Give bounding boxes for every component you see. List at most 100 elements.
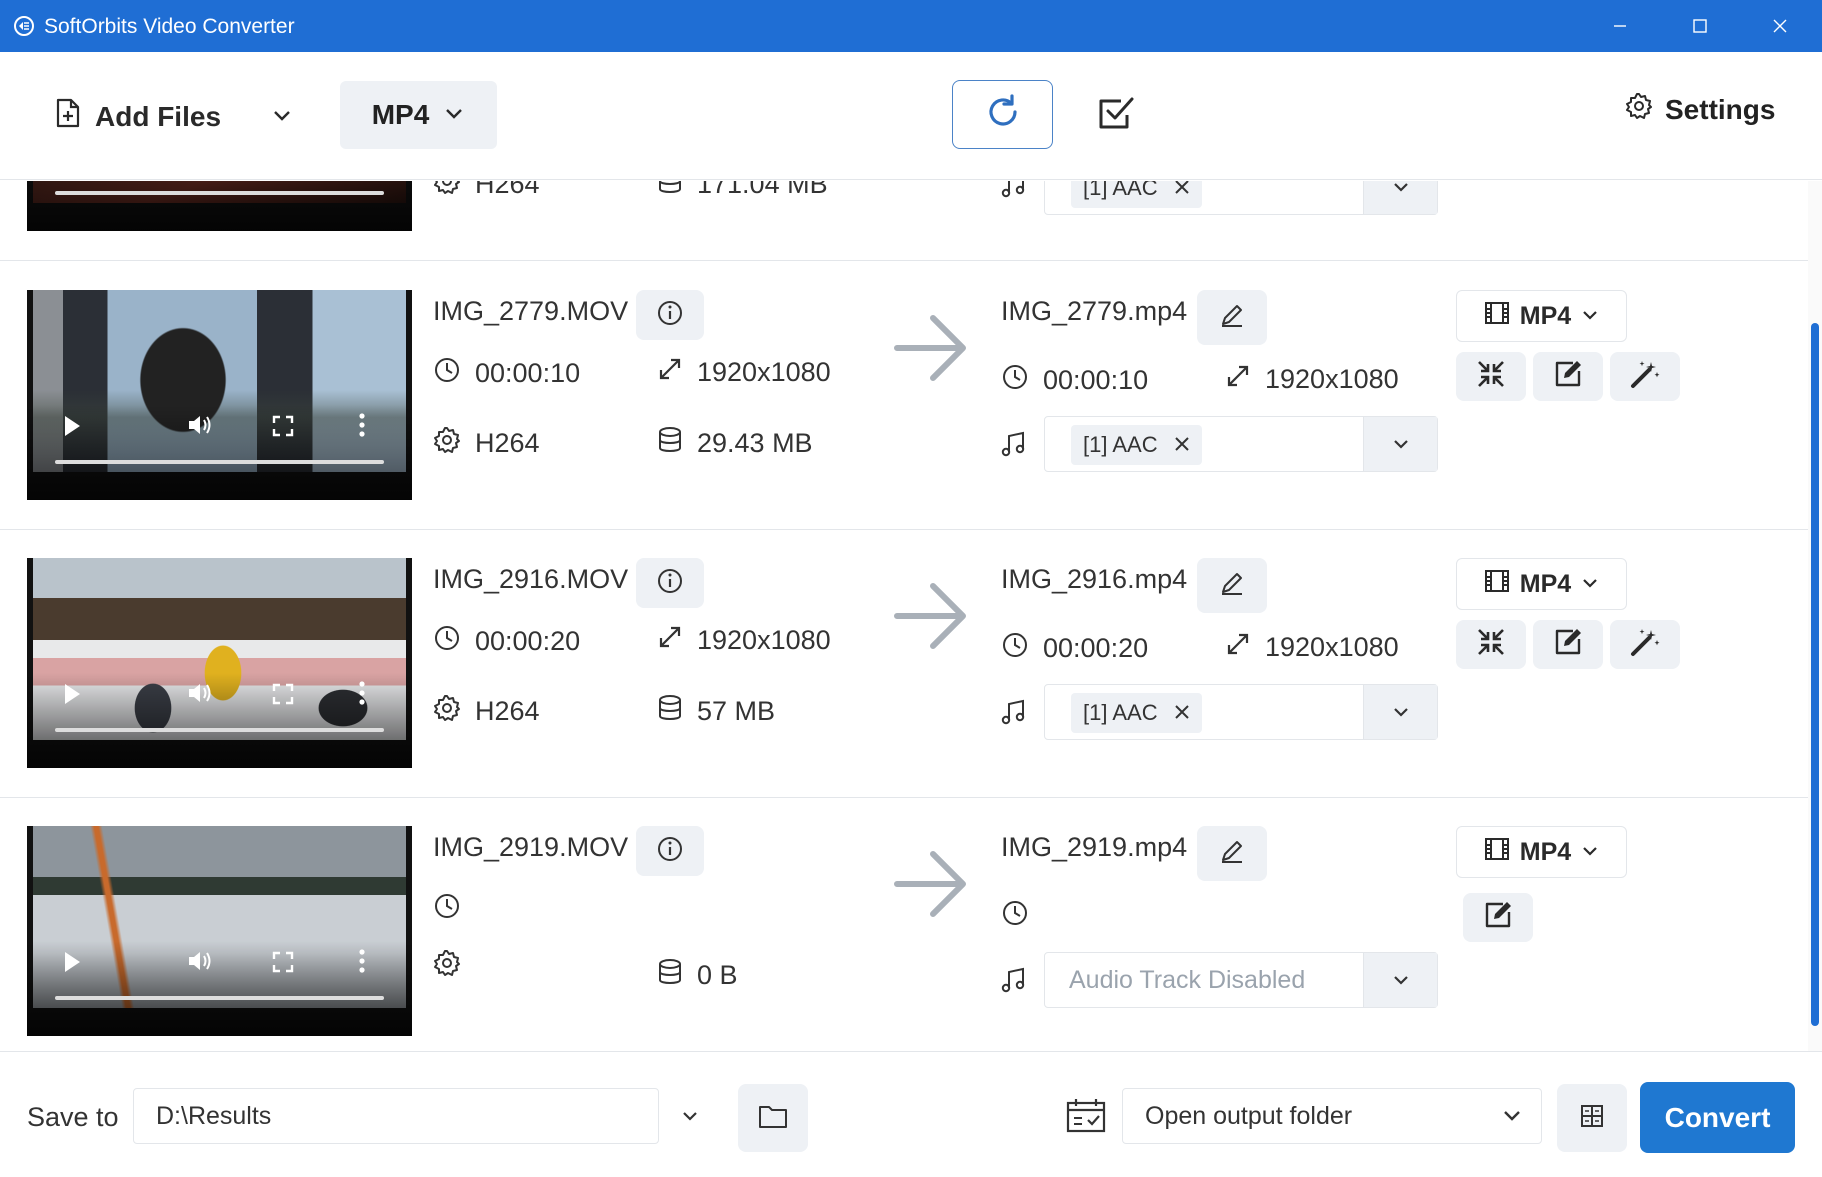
video-thumbnail[interactable]	[27, 558, 412, 768]
enhance-button[interactable]	[1610, 620, 1680, 669]
audio-dropdown-button[interactable]	[1363, 685, 1437, 739]
fullscreen-icon[interactable]	[272, 415, 294, 442]
film-icon	[1484, 301, 1510, 332]
output-path-dropdown[interactable]	[670, 1102, 710, 1134]
convert-button[interactable]: Convert	[1640, 1082, 1795, 1153]
audio-dropdown-button[interactable]	[1363, 181, 1437, 214]
seek-bar[interactable]	[55, 191, 384, 195]
file-row[interactable]: IMG_2916.MOV 00:00:20 1920x1080 H264 57 …	[0, 530, 1808, 798]
output-resolution: 1920x1080	[1225, 631, 1399, 664]
settings-button[interactable]: Settings	[1625, 92, 1775, 127]
app-logo-icon	[12, 14, 36, 43]
fullscreen-icon[interactable]	[272, 951, 294, 978]
rename-output-button[interactable]	[1197, 290, 1267, 345]
remove-chip-icon[interactable]	[1174, 432, 1190, 458]
more-options-icon[interactable]	[359, 949, 365, 978]
audio-chip: [1] AAC	[1071, 693, 1202, 733]
gear-icon	[1625, 92, 1653, 127]
play-icon[interactable]	[63, 415, 81, 442]
audio-dropdown-button[interactable]	[1363, 417, 1437, 471]
close-button[interactable]	[1740, 0, 1820, 52]
source-resolution: 1920x1080	[657, 624, 831, 657]
compress-button[interactable]	[1456, 620, 1526, 669]
browse-folder-button[interactable]	[738, 1084, 808, 1152]
output-format-select[interactable]: MP4	[1456, 826, 1627, 878]
global-format-button[interactable]: MP4	[340, 81, 497, 149]
rename-output-button[interactable]	[1197, 558, 1267, 613]
play-icon[interactable]	[63, 683, 81, 710]
chevron-down-icon	[1581, 838, 1599, 867]
more-options-icon[interactable]	[359, 681, 365, 710]
edit-video-button[interactable]	[1533, 620, 1603, 669]
source-filename: IMG_2916.MOV	[433, 564, 629, 594]
gear-icon	[433, 181, 461, 202]
info-icon	[656, 835, 684, 868]
add-files-dropdown[interactable]	[270, 102, 294, 134]
enhance-button[interactable]	[1610, 352, 1680, 401]
add-files-button[interactable]: Add Files	[55, 98, 221, 135]
video-thumbnail[interactable]	[27, 181, 412, 231]
audio-chip: [1] AAC	[1071, 425, 1202, 465]
rename-output-button[interactable]	[1197, 826, 1267, 881]
audio-disabled-placeholder: Audio Track Disabled	[1069, 966, 1306, 994]
volume-icon[interactable]	[187, 413, 213, 442]
source-size: 171.04 MB	[657, 181, 828, 202]
play-icon[interactable]	[63, 951, 81, 978]
file-row[interactable]: H264 171.04 MB [1] AAC	[0, 181, 1808, 261]
output-format-select[interactable]: MP4	[1456, 558, 1627, 610]
calendar-check-icon	[1066, 1098, 1106, 1139]
clock-icon	[433, 356, 461, 391]
expand-icon	[1225, 363, 1251, 396]
minimize-button[interactable]	[1580, 0, 1660, 52]
video-thumbnail[interactable]	[27, 290, 412, 500]
output-format-select[interactable]: MP4	[1456, 290, 1627, 342]
audio-track-select[interactable]: [1] AAC	[1044, 684, 1438, 740]
edit-video-button[interactable]	[1463, 893, 1533, 942]
output-duration: 00:00:20	[1001, 631, 1148, 666]
info-icon	[656, 567, 684, 600]
maximize-button[interactable]	[1660, 0, 1740, 52]
file-info-button[interactable]	[636, 290, 704, 340]
toolbar: Add Files MP4 Settings	[0, 52, 1822, 180]
arrow-right-icon	[893, 580, 969, 657]
file-info-button[interactable]	[636, 826, 704, 876]
scrollbar-thumb[interactable]	[1811, 323, 1819, 1026]
audio-track-select[interactable]: [1] AAC	[1044, 181, 1438, 215]
seek-bar[interactable]	[55, 728, 384, 732]
more-options-icon[interactable]	[359, 413, 365, 442]
expand-icon	[657, 624, 683, 657]
file-row[interactable]: IMG_2919.MOV 0 B IMG_2919.mp4 Audio Trac…	[0, 798, 1808, 1051]
volume-icon[interactable]	[187, 681, 213, 710]
source-codec: H264	[433, 694, 540, 729]
magic-wand-icon	[1630, 359, 1660, 394]
file-info-button[interactable]	[636, 558, 704, 608]
after-conversion-select[interactable]: Open output folder	[1122, 1088, 1542, 1144]
refresh-icon	[983, 92, 1023, 137]
select-all-button[interactable]	[1090, 92, 1144, 138]
refresh-button[interactable]	[952, 80, 1053, 149]
audio-dropdown-button[interactable]	[1363, 953, 1437, 1007]
edit-icon	[1483, 900, 1513, 935]
vertical-scrollbar[interactable]	[1808, 181, 1822, 1051]
source-codec: H264	[433, 181, 540, 202]
seek-bar[interactable]	[55, 996, 384, 1000]
compress-button[interactable]	[1456, 352, 1526, 401]
audio-track-select[interactable]: [1] AAC	[1044, 416, 1438, 472]
add-file-icon	[55, 98, 81, 135]
layout-toggle-button[interactable]	[1557, 1084, 1627, 1152]
remove-chip-icon[interactable]	[1174, 181, 1190, 201]
file-row[interactable]: IMG_2779.MOV 00:00:10 1920x1080 H264 29.…	[0, 262, 1808, 530]
remove-chip-icon[interactable]	[1174, 700, 1190, 726]
output-path-input[interactable]	[133, 1088, 659, 1144]
volume-icon[interactable]	[187, 949, 213, 978]
edit-video-button[interactable]	[1533, 352, 1603, 401]
database-icon	[657, 181, 683, 202]
fullscreen-icon[interactable]	[272, 683, 294, 710]
seek-bar[interactable]	[55, 460, 384, 464]
gear-icon	[433, 949, 461, 984]
audio-track-select[interactable]: Audio Track Disabled	[1044, 952, 1438, 1008]
video-thumbnail[interactable]	[27, 826, 412, 1036]
source-duration: 00:00:20	[433, 624, 580, 659]
settings-label: Settings	[1665, 93, 1776, 125]
after-conversion-value: Open output folder	[1145, 1102, 1353, 1130]
